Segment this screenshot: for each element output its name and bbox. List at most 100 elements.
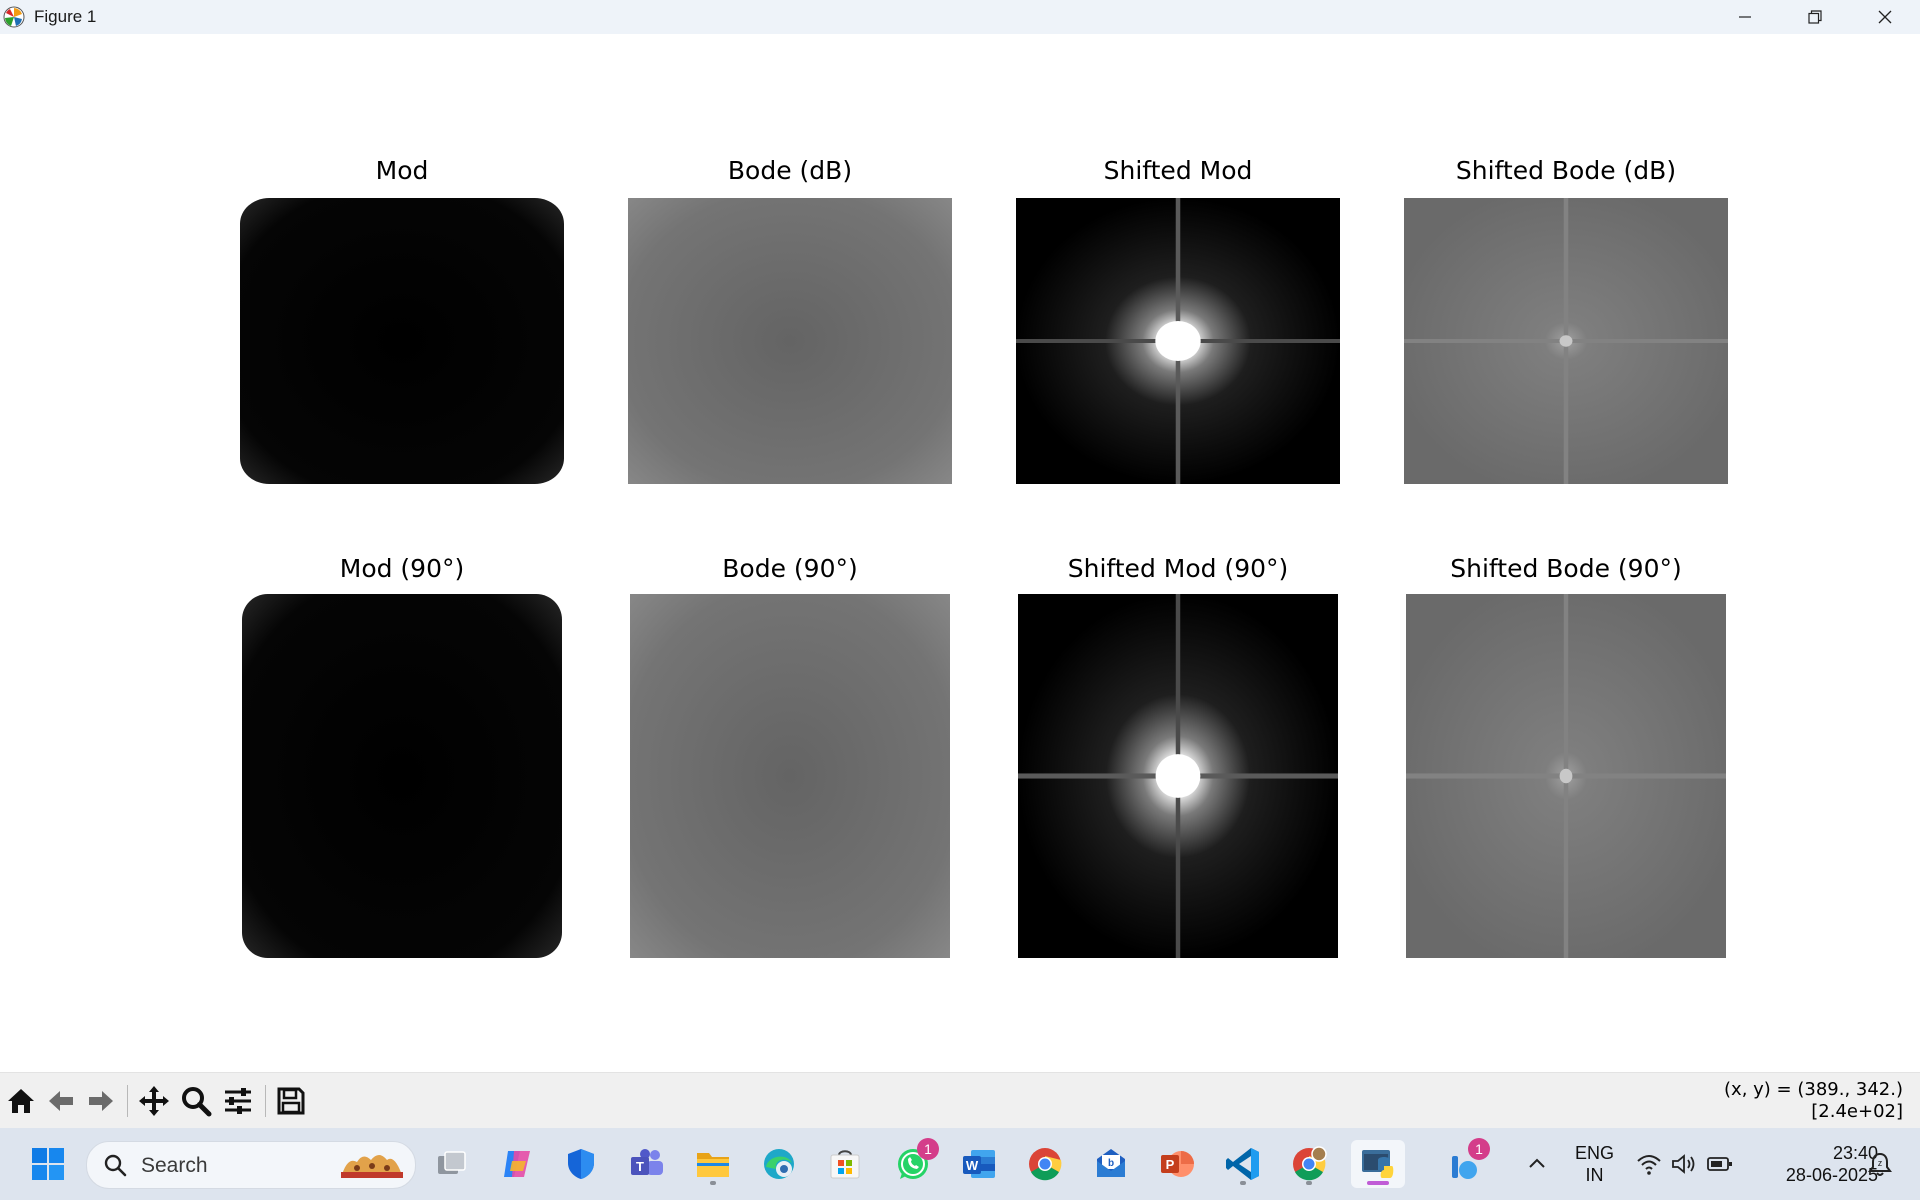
subplot-bode-90: Bode (90°) (628, 554, 952, 1004)
restore-icon (1808, 10, 1822, 24)
matplotlib-logo-icon (3, 6, 25, 28)
back-button[interactable] (43, 1083, 79, 1119)
home-button[interactable] (3, 1083, 39, 1119)
minimize-icon (1739, 16, 1751, 18)
subplot-title: Shifted Bode (dB) (1455, 156, 1677, 185)
home-icon (8, 1089, 34, 1113)
restore-button[interactable] (1780, 0, 1850, 34)
copilot-button[interactable] (493, 1140, 541, 1188)
chrome-profile-button[interactable] (1285, 1140, 1333, 1188)
subplot-shifted-bode-90: Shifted Bode (90°) (1404, 554, 1728, 1004)
copilot-icon (504, 1151, 530, 1177)
close-button[interactable] (1850, 0, 1920, 34)
mod-90-spectrum-image (242, 594, 562, 958)
back-icon (49, 1091, 73, 1111)
forward-icon (89, 1091, 113, 1111)
zoom-button[interactable] (178, 1083, 214, 1119)
minimize-button[interactable] (1710, 0, 1780, 34)
figure-canvas[interactable]: Mod Bode (dB) Shifted Mod Shifted Bode (… (0, 34, 1920, 1072)
battery-icon (1707, 1157, 1732, 1171)
search-highlight-icon (341, 1155, 403, 1178)
forward-button[interactable] (83, 1083, 119, 1119)
store-icon (830, 1150, 860, 1179)
word-button[interactable]: W (955, 1140, 1003, 1188)
notification-bell-icon: z (1868, 1152, 1892, 1176)
subplot-title: Mod (375, 156, 429, 185)
folder-icon (697, 1153, 729, 1177)
subplot-title: Bode (90°) (722, 554, 858, 583)
notification-badge: 1 (1468, 1138, 1490, 1160)
running-indicator (710, 1181, 716, 1185)
svg-text:z: z (1878, 1158, 1883, 1168)
subplot-mod-90: Mod (90°) (240, 554, 564, 1004)
vscode-button[interactable] (1219, 1140, 1267, 1188)
search-placeholder: Search (141, 1154, 208, 1177)
shifted-mod-spectrum-image (1016, 198, 1340, 484)
configure-subplots-button[interactable] (220, 1083, 256, 1119)
svg-text:T: T (636, 1159, 644, 1174)
microsoft-store-button[interactable] (821, 1140, 869, 1188)
python-button[interactable] (1351, 1140, 1405, 1188)
mail-button[interactable]: b (1087, 1140, 1135, 1188)
save-icon (277, 1087, 305, 1115)
subplot-shifted-mod-90: Shifted Mod (90°) (1016, 554, 1340, 1004)
defender-button[interactable] (557, 1140, 605, 1188)
subplot-mod: Mod (240, 156, 564, 518)
active-indicator (1367, 1181, 1389, 1185)
cursor-coordinates: (x, y) = (389., 342.) [2.4e+02] (1724, 1079, 1903, 1123)
taskbar-search[interactable]: Search (86, 1141, 416, 1189)
file-explorer-button[interactable] (689, 1140, 737, 1188)
mod-spectrum-image (240, 198, 564, 484)
subplot-title: Shifted Mod (1103, 156, 1253, 185)
edge-button[interactable] (755, 1140, 803, 1188)
shield-icon (568, 1149, 594, 1179)
teams-icon: T (631, 1149, 663, 1175)
windows-taskbar: Search T 1 W b P 1 ENG IN 23:40 28-06-20… (0, 1128, 1920, 1200)
window-title: Figure 1 (34, 7, 97, 26)
subplot-shifted-mod: Shifted Mod (1016, 156, 1340, 518)
running-indicator (1306, 1181, 1312, 1185)
subplot-title: Mod (90°) (339, 554, 465, 583)
search-icon (104, 1154, 127, 1177)
powerpoint-icon: P (1161, 1151, 1194, 1177)
shifted-mod-90-spectrum-image (1018, 594, 1338, 958)
whatsapp-button[interactable]: 1 (889, 1138, 939, 1188)
window-title-bar: Figure 1 (0, 0, 1920, 34)
bode-spectrum-image (628, 198, 952, 484)
configure-subplots-icon (225, 1088, 251, 1114)
edge-icon (764, 1149, 794, 1179)
close-icon (1878, 10, 1892, 24)
mail-icon: b (1097, 1149, 1125, 1177)
subplot-title: Shifted Mod (90°) (1067, 554, 1289, 583)
word-icon: W (963, 1150, 995, 1178)
bode-90-spectrum-image (630, 594, 950, 958)
task-view-button[interactable] (428, 1140, 476, 1188)
pan-icon (139, 1086, 169, 1116)
pan-button[interactable] (136, 1083, 172, 1119)
zoom-icon (182, 1087, 212, 1117)
subplot-title: Bode (dB) (727, 156, 853, 185)
chrome-icon (1029, 1148, 1062, 1181)
quick-settings-button[interactable] (1630, 1140, 1740, 1188)
notifications-button[interactable]: z (1858, 1140, 1902, 1188)
coords-value: [2.4e+02] (1811, 1101, 1903, 1122)
windows-logo-icon (32, 1148, 64, 1180)
subplot-bode: Bode (dB) (628, 156, 952, 518)
coords-xy: (x, y) = (389., 342.) (1724, 1079, 1903, 1100)
region-code: IN (1585, 1165, 1604, 1185)
tray-app-button[interactable]: 1 (1440, 1138, 1490, 1188)
subplot-title: Shifted Bode (90°) (1450, 554, 1682, 583)
subplot-shifted-bode: Shifted Bode (dB) (1404, 156, 1728, 518)
save-button[interactable] (273, 1083, 309, 1119)
start-button[interactable] (24, 1140, 72, 1188)
show-hidden-icons-button[interactable] (1515, 1140, 1559, 1188)
teams-button[interactable]: T (623, 1140, 671, 1188)
running-indicator (1240, 1181, 1246, 1185)
task-view-icon (438, 1151, 466, 1174)
language-indicator[interactable]: ENG IN (1575, 1142, 1614, 1186)
powerpoint-button[interactable]: P (1153, 1140, 1201, 1188)
chrome-button[interactable] (1021, 1140, 1069, 1188)
notification-badge: 1 (917, 1138, 939, 1160)
navigation-toolbar: (x, y) = (389., 342.) [2.4e+02] (0, 1072, 1920, 1129)
chrome-profile-icon (1293, 1146, 1327, 1181)
